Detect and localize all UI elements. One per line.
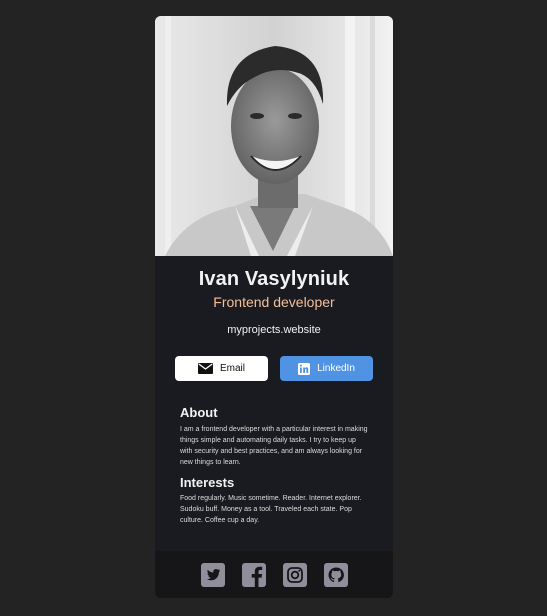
linkedin-button-label: LinkedIn: [317, 363, 355, 374]
email-button[interactable]: Email: [175, 356, 268, 381]
profile-photo: [155, 16, 393, 256]
instagram-icon[interactable]: [282, 562, 307, 587]
linkedin-button[interactable]: LinkedIn: [280, 356, 373, 381]
website-link[interactable]: myprojects.website: [155, 324, 393, 336]
github-icon[interactable]: [323, 562, 348, 587]
linkedin-icon: [298, 362, 311, 375]
interests-title: Interests: [180, 475, 235, 490]
social-footer: [155, 551, 393, 598]
email-button-label: Email: [219, 363, 245, 374]
profile-role: Frontend developer: [213, 294, 335, 310]
twitter-icon[interactable]: [200, 562, 225, 587]
about-title: About: [180, 405, 218, 420]
profile-name: Ivan Vasylyniuk: [198, 268, 350, 290]
interests-text: Food regularly. Music sometime. Reader. …: [180, 495, 362, 524]
facebook-icon[interactable]: [241, 562, 266, 587]
profile-card: Ivan Vasylyniuk Frontend developer mypro…: [155, 16, 393, 598]
about-text: I am a frontend developer with a particu…: [180, 426, 368, 466]
mail-icon: [197, 363, 213, 374]
